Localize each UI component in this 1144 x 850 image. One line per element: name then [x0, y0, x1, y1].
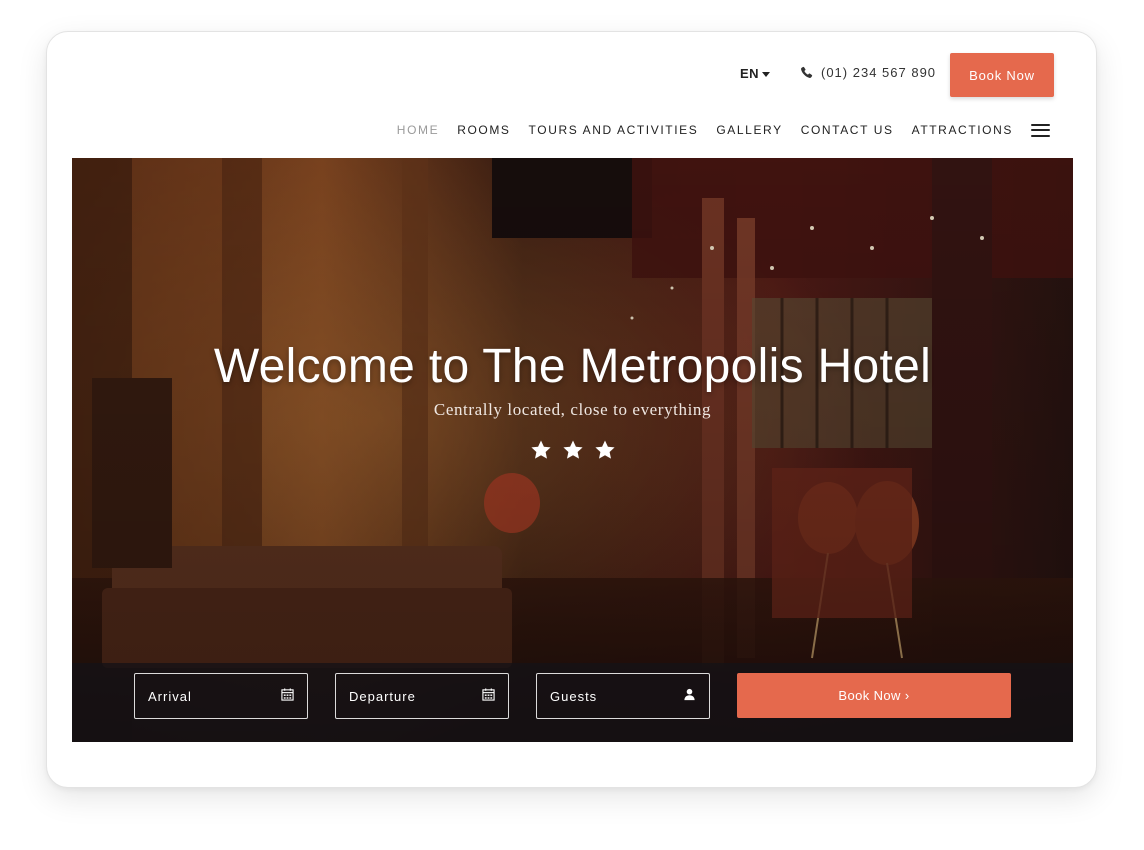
- nav-item-rooms[interactable]: ROOMS: [457, 123, 510, 137]
- phone-number: (01) 234 567 890: [821, 65, 937, 80]
- hero-title: Welcome to The Metropolis Hotel: [213, 340, 932, 393]
- guests-label: Guests: [550, 688, 598, 704]
- nav-item-contact[interactable]: CONTACT US: [801, 123, 894, 137]
- booking-bar: Arrival Departure Guests Book Now ›: [72, 663, 1073, 742]
- book-now-submit-button[interactable]: Book Now ›: [737, 673, 1011, 718]
- caret-down-icon: [762, 71, 771, 77]
- departure-field[interactable]: Departure: [335, 673, 509, 719]
- hero-banner: Welcome to The Metropolis Hotel Centrall…: [72, 158, 1073, 742]
- calendar-icon: [281, 688, 294, 701]
- user-icon: [684, 688, 695, 701]
- star-icon: [530, 440, 551, 459]
- hamburger-menu-icon[interactable]: [1031, 123, 1050, 137]
- guests-field[interactable]: Guests: [536, 673, 710, 719]
- book-now-header-button[interactable]: Book Now: [950, 53, 1054, 97]
- departure-label: Departure: [349, 688, 416, 704]
- phone-icon: [801, 66, 813, 78]
- calendar-icon: [482, 688, 495, 701]
- hero-subtitle: Centrally located, close to everything: [433, 400, 712, 419]
- arrival-label: Arrival: [148, 688, 192, 704]
- main-nav: HOME ROOMS TOURS AND ACTIVITIES GALLERY …: [397, 123, 1050, 137]
- star-icon: [562, 440, 583, 459]
- star-rating: [72, 438, 1073, 462]
- arrival-field[interactable]: Arrival: [134, 673, 308, 719]
- nav-item-home[interactable]: HOME: [397, 123, 439, 137]
- nav-item-gallery[interactable]: GALLERY: [716, 123, 782, 137]
- star-icon: [594, 440, 615, 459]
- phone-contact[interactable]: (01) 234 567 890: [800, 65, 936, 80]
- language-selector[interactable]: EN: [740, 66, 771, 81]
- nav-item-tours[interactable]: TOURS AND ACTIVITIES: [529, 123, 699, 137]
- browser-frame: EN (01) 234 567 890 Book Now HOME ROOMS …: [46, 31, 1097, 788]
- nav-item-attractions[interactable]: ATTRACTIONS: [912, 123, 1013, 137]
- language-label: EN: [740, 66, 760, 81]
